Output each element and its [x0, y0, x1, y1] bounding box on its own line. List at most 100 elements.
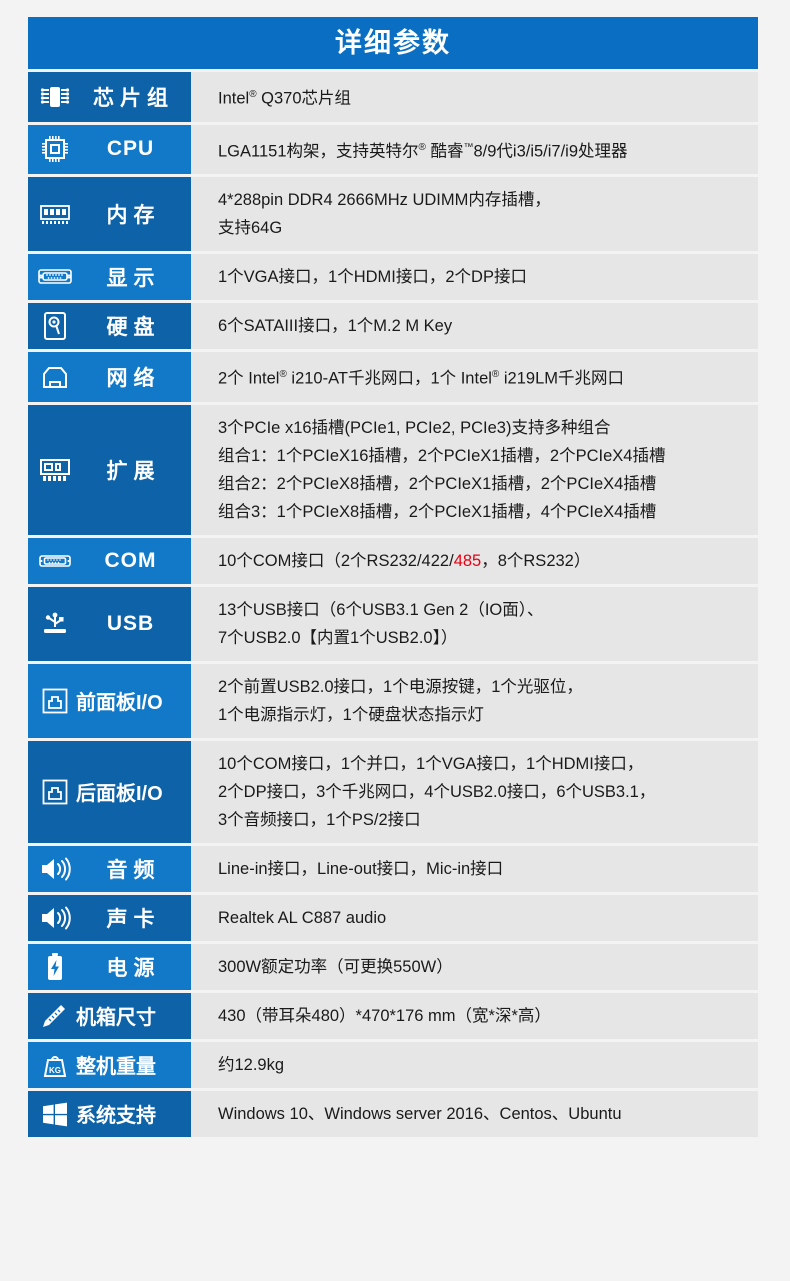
spec-value: 约12.9kg	[191, 1041, 758, 1088]
front-panel-icon	[38, 686, 72, 716]
spec-value: 2个 Intel® i210-AT千兆网口，1个 Intel® i219LM千兆…	[191, 352, 758, 402]
spec-value: Realtek AL C887 audio	[191, 894, 758, 941]
spec-label-usb: USB	[28, 586, 191, 661]
spec-label-cpu: CPU	[28, 124, 191, 174]
spec-value-line: 约12.9kg	[218, 1055, 285, 1074]
spec-label-memory: 内存	[28, 177, 191, 251]
spec-value-line: 1个电源指示灯，1个硬盘状态指示灯	[218, 705, 484, 724]
spec-label-chipset: 芯片组	[28, 72, 191, 122]
spec-label-soundcard: 声卡	[28, 894, 191, 941]
spec-table: 详细参数 芯片组 Intel® Q370芯片组 CPU LGA1151构架，支持英特尔…	[28, 17, 758, 1140]
spec-value-line: LGA1151构架，支持英特尔® 酷睿™8/9代i3/i5/i7/i9处理器	[218, 141, 628, 161]
spec-value-line: Line-in接口，Line-out接口，Mic-in接口	[218, 859, 504, 878]
table-row: 硬盘 6个SATAIII接口，1个M.2 M Key	[28, 303, 758, 349]
spec-value-line: 10个COM接口（2个RS232/422/485，8个RS232）	[218, 551, 591, 570]
spec-value-line: 7个USB2.0【内置1个USB2.0】）	[218, 628, 458, 647]
highlighted-value: 485	[453, 551, 482, 570]
page-title: 详细参数	[28, 17, 758, 69]
spec-label-dimensions: 机箱尺寸	[28, 992, 191, 1039]
spec-label-text: 网络	[106, 366, 161, 390]
spec-value-line: 4*288pin DDR4 2666MHz UDIMM内存插槽，	[218, 191, 551, 209]
spec-label-text: 声卡	[106, 907, 161, 931]
table-row: 显示 1个VGA接口，1个HDMI接口，2个DP接口	[28, 254, 758, 300]
spec-value-line: 2个DP接口，3个千兆网口，4个USB2.0接口，6个USB3.1，	[218, 782, 656, 801]
spec-value: 300W额定功率（可更换550W）	[191, 943, 758, 990]
chipset-icon	[38, 82, 72, 112]
spec-value-line: 3个音频接口，1个PS/2接口	[218, 810, 421, 829]
soundcard-icon	[38, 903, 72, 933]
spec-value-line: 3个PCIe x16插槽(PCIe1, PCIe2, PCIe3)支持多种组合	[218, 418, 611, 437]
spec-label-expansion: 扩展	[28, 404, 191, 535]
spec-label-text: CPU	[106, 137, 155, 161]
spec-value-line: Realtek AL C887 audio	[218, 908, 387, 927]
spec-row-list: 芯片组 Intel® Q370芯片组 CPU LGA1151构架，支持英特尔® 酷睿™…	[28, 72, 758, 1137]
spec-label-text: 系统支持	[76, 1105, 156, 1127]
spec-value-line: 10个COM接口，1个并口，1个VGA接口，1个HDMI接口，	[218, 754, 644, 773]
table-row: 芯片组 Intel® Q370芯片组	[28, 72, 758, 122]
spec-value-line: 组合3：1个PCIeX8插槽，2个PCIeX1插槽，4个PCIeX4插槽	[218, 502, 657, 521]
table-row: 网络 2个 Intel® i210-AT千兆网口，1个 Intel® i219LM…	[28, 352, 758, 402]
spec-label-rear-panel: 后面板I/O	[28, 740, 191, 843]
spec-value-line: 300W额定功率（可更换550W）	[218, 957, 453, 976]
rear-panel-icon	[38, 777, 72, 807]
spec-label-text: 内存	[106, 204, 161, 227]
spec-value: 1个VGA接口，1个HDMI接口，2个DP接口	[191, 254, 758, 300]
spec-value-line: 2个 Intel® i210-AT千兆网口，1个 Intel® i219LM千兆…	[218, 369, 624, 388]
spec-value: 10个COM接口，1个并口，1个VGA接口，1个HDMI接口， 2个DP接口，3个…	[191, 740, 758, 843]
spec-value-line: 组合2：2个PCIeX8插槽，2个PCIeX1插槽，2个PCIeX4插槽	[218, 474, 657, 493]
spec-value-line: 2个前置USB2.0接口，1个电源按键，1个光驱位，	[218, 677, 583, 696]
spec-label-text: 电源	[106, 956, 161, 980]
spec-label-text: 音频	[106, 858, 161, 882]
audio-icon	[38, 854, 72, 884]
spec-label-audio: 音频	[28, 845, 191, 892]
spec-label-text: COM	[104, 548, 157, 572]
spec-value: Intel® Q370芯片组	[191, 72, 758, 122]
spec-value: 6个SATAIII接口，1个M.2 M Key	[191, 303, 758, 349]
spec-label-network: 网络	[28, 352, 191, 402]
memory-icon	[38, 199, 72, 229]
spec-label-windows: 系统支持	[28, 1090, 191, 1137]
table-row: 音频 Line-in接口，Line-out接口，Mic-in接口	[28, 845, 758, 892]
spec-label-com-port: COM	[28, 537, 191, 584]
display-icon	[38, 262, 72, 292]
spec-label-harddisk: 硬盘	[28, 303, 191, 349]
spec-value-line: Windows 10、Windows server 2016、Centos、Ub…	[218, 1104, 622, 1123]
spec-label-text: 机箱尺寸	[76, 1007, 156, 1029]
svg-text:KG: KG	[49, 1066, 61, 1075]
spec-label-text: 硬盘	[106, 316, 161, 339]
spec-label-weight: KG 整机重量	[28, 1041, 191, 1088]
spec-label-power: 电源	[28, 943, 191, 990]
table-row: 系统支持 Windows 10、Windows server 2016、Cento…	[28, 1090, 758, 1137]
spec-label-text: 扩展	[106, 459, 161, 483]
table-row: USB 13个USB接口（6个USB3.1 Gen 2（IO面）、 7个USB2.0…	[28, 586, 758, 661]
spec-label-text: 芯片组	[93, 86, 174, 110]
spec-value: 2个前置USB2.0接口，1个电源按键，1个光驱位， 1个电源指示灯，1个硬盘状态…	[191, 663, 758, 738]
network-icon	[38, 362, 72, 392]
spec-value: 430（带耳朵480）*470*176 mm（宽*深*高）	[191, 992, 758, 1039]
spec-value: 4*288pin DDR4 2666MHz UDIMM内存插槽， 支持64G	[191, 177, 758, 251]
table-row: 前面板I/O 2个前置USB2.0接口，1个电源按键，1个光驱位， 1个电源指示灯，…	[28, 663, 758, 738]
weight-icon: KG	[38, 1050, 72, 1080]
spec-value: Windows 10、Windows server 2016、Centos、Ub…	[191, 1090, 758, 1137]
table-row: CPU LGA1151构架，支持英特尔® 酷睿™8/9代i3/i5/i7/i9处理…	[28, 124, 758, 174]
table-row: KG 整机重量 约12.9kg	[28, 1041, 758, 1088]
spec-value: Line-in接口，Line-out接口，Mic-in接口	[191, 845, 758, 892]
usb-icon	[38, 609, 72, 639]
spec-value-line: 6个SATAIII接口，1个M.2 M Key	[218, 317, 453, 335]
table-row: 后面板I/O 10个COM接口，1个并口，1个VGA接口，1个HDMI接口， 2个D…	[28, 740, 758, 843]
spec-label-text: 后面板I/O	[76, 783, 163, 805]
table-row: 机箱尺寸 430（带耳朵480）*470*176 mm（宽*深*高）	[28, 992, 758, 1039]
power-icon	[38, 952, 72, 982]
spec-label-display: 显示	[28, 254, 191, 300]
spec-label-text: USB	[106, 611, 155, 635]
table-row: 扩展 3个PCIe x16插槽(PCIe1, PCIe2, PCIe3)支持多种组…	[28, 404, 758, 535]
spec-label-text: 显示	[106, 267, 161, 290]
spec-value: 3个PCIe x16插槽(PCIe1, PCIe2, PCIe3)支持多种组合组…	[191, 404, 758, 535]
cpu-icon	[38, 134, 72, 164]
com-port-icon	[38, 546, 72, 576]
spec-value-line: 支持64G	[218, 219, 283, 237]
spec-label-front-panel: 前面板I/O	[28, 663, 191, 738]
spec-label-text: 整机重量	[76, 1056, 156, 1078]
expansion-icon	[38, 455, 72, 485]
spec-value: 10个COM接口（2个RS232/422/485，8个RS232）	[191, 537, 758, 584]
